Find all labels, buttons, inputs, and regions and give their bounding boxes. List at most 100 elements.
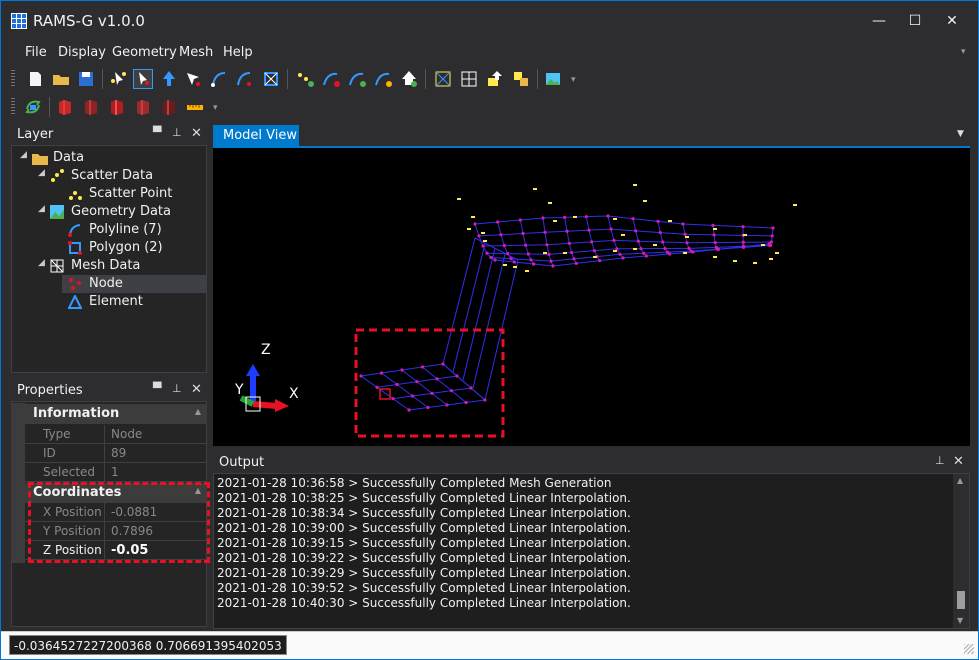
cube-red-1-icon[interactable] — [55, 97, 75, 117]
new-file-icon[interactable] — [25, 69, 45, 89]
menu-help[interactable]: Help — [223, 45, 253, 60]
image-icon[interactable] — [543, 69, 563, 89]
resize-grip-icon[interactable] — [964, 644, 974, 654]
mesh-node[interactable] — [524, 243, 528, 247]
mesh-node[interactable] — [598, 259, 602, 263]
mesh-node[interactable] — [483, 398, 487, 402]
mesh-node[interactable] — [618, 252, 622, 256]
menu-mesh[interactable]: Mesh — [179, 45, 213, 60]
mesh-node[interactable] — [570, 250, 574, 255]
mesh-node[interactable] — [509, 257, 513, 261]
output-log[interactable]: 2021-01-28 10:36:58 > Successfully Compl… — [213, 473, 970, 629]
open-folder-icon[interactable] — [51, 69, 71, 89]
mesh-node[interactable] — [526, 252, 530, 256]
mesh-node[interactable] — [426, 405, 430, 410]
collapse-arrow-icon[interactable]: ◢ — [38, 204, 45, 214]
mesh-node[interactable] — [496, 220, 500, 224]
pointer-diag-icon[interactable] — [183, 69, 203, 89]
output-scrollbar[interactable]: ▲ ▼ — [953, 474, 969, 628]
mesh-import-icon[interactable] — [485, 69, 505, 89]
mesh-node[interactable] — [395, 382, 399, 387]
mesh-node[interactable] — [545, 243, 549, 247]
mesh-node[interactable] — [634, 229, 638, 233]
mesh-node[interactable] — [551, 264, 555, 268]
mesh-node[interactable] — [584, 215, 588, 219]
mesh-node[interactable] — [590, 240, 594, 244]
mesh-node[interactable] — [430, 391, 434, 395]
collapse-arrow-icon[interactable]: ◢ — [20, 150, 27, 160]
menu-file[interactable]: File — [25, 45, 47, 60]
mesh-node[interactable] — [549, 259, 553, 263]
pointer-up-icon[interactable] — [159, 69, 179, 89]
mesh-node[interactable] — [518, 218, 522, 222]
mesh-node[interactable] — [631, 217, 635, 221]
mesh-node[interactable] — [477, 234, 481, 238]
mesh-node[interactable] — [445, 403, 449, 407]
mesh-grid-icon[interactable] — [459, 69, 479, 89]
path-select-icon[interactable] — [234, 69, 254, 89]
close-button[interactable]: ✕ — [937, 9, 967, 33]
panel-close-icon[interactable]: ✕ — [191, 382, 202, 397]
mesh-node[interactable] — [563, 215, 567, 219]
node-box-icon[interactable] — [261, 69, 281, 89]
mesh-node[interactable] — [375, 385, 379, 389]
toolbar-grip[interactable] — [11, 98, 15, 116]
scatter-add-icon[interactable] — [295, 69, 315, 89]
property-row-type[interactable]: Type Node — [25, 425, 207, 444]
mesh-node[interactable] — [685, 241, 689, 245]
mesh-node[interactable] — [415, 380, 419, 384]
mesh-node[interactable] — [716, 247, 720, 251]
category-information[interactable]: Information ▲ — [25, 404, 207, 424]
curve-icon[interactable] — [321, 69, 341, 89]
pin-icon[interactable]: ⊥ — [935, 454, 945, 467]
cube-red-5-icon[interactable] — [159, 97, 179, 117]
mesh-node[interactable] — [644, 254, 648, 258]
minimize-button[interactable]: — — [864, 9, 894, 33]
model-viewport[interactable]: Z Y X — [213, 148, 970, 446]
mesh-node[interactable] — [420, 365, 425, 369]
mesh-node[interactable] — [543, 230, 547, 234]
mesh-node[interactable] — [741, 240, 745, 244]
mesh-node[interactable] — [572, 257, 576, 261]
mesh-node[interactable] — [713, 240, 717, 245]
toolbar-grip[interactable] — [11, 70, 15, 88]
tree-item-polyline[interactable]: Polyline (7) — [12, 221, 206, 239]
mesh-fit-icon[interactable] — [433, 69, 453, 89]
mesh-node[interactable] — [771, 226, 775, 230]
mesh-node[interactable] — [567, 241, 571, 245]
mesh-node[interactable] — [691, 250, 695, 254]
tree-item-scatter-data[interactable]: ◢ Scatter Data — [12, 167, 206, 185]
window-position-icon[interactable]: ▀ — [153, 126, 161, 139]
scrollbar-thumb[interactable] — [957, 591, 965, 609]
collapse-arrow-icon[interactable]: ▲ — [195, 407, 201, 416]
mesh-node[interactable] — [612, 238, 616, 243]
mesh-node[interactable] — [592, 249, 596, 253]
mesh-node[interactable] — [455, 374, 459, 378]
mesh-node[interactable] — [565, 229, 569, 233]
mesh-node[interactable] — [532, 262, 536, 266]
tree-item-element[interactable]: Element — [12, 293, 206, 311]
mesh-node[interactable] — [493, 258, 497, 262]
mesh-node[interactable] — [587, 228, 591, 232]
mesh-node[interactable] — [481, 244, 485, 248]
scroll-up-icon[interactable]: ▲ — [957, 476, 963, 485]
mesh-node[interactable] — [661, 240, 665, 244]
mesh-node[interactable] — [449, 389, 454, 393]
mesh-node[interactable] — [639, 247, 643, 251]
mesh-node[interactable] — [687, 246, 691, 251]
mesh-node[interactable] — [359, 374, 363, 378]
mesh-node[interactable] — [770, 234, 774, 238]
tree-item-mesh-data[interactable]: ◢ Mesh Data — [12, 257, 206, 275]
tree-item-geometry-data[interactable]: ◢ Geometry Data — [12, 203, 206, 221]
pin-icon[interactable]: ⊥ — [172, 382, 182, 395]
mesh-node[interactable] — [767, 242, 771, 246]
menu-geometry[interactable]: Geometry — [112, 45, 177, 60]
tree-item-node[interactable]: Node — [62, 275, 206, 293]
scroll-down-icon[interactable]: ▼ — [957, 616, 963, 625]
mesh-node[interactable] — [574, 261, 578, 265]
cube-red-3-icon[interactable] — [107, 97, 127, 117]
mesh-node[interactable] — [658, 230, 662, 235]
mesh-node[interactable] — [473, 222, 477, 226]
mesh-node[interactable] — [499, 233, 503, 237]
mesh-node[interactable] — [711, 223, 715, 227]
